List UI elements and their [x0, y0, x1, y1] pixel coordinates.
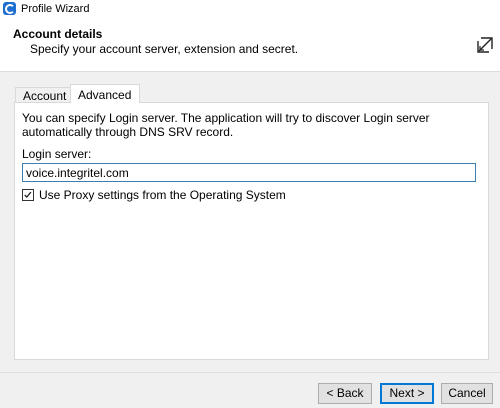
wizard-header: Account details Specify your account ser…	[0, 20, 500, 72]
page-title: Account details	[13, 27, 103, 41]
window-title: Profile Wizard	[21, 3, 90, 15]
tab-advanced[interactable]: Advanced	[70, 84, 140, 103]
login-server-input[interactable]	[22, 163, 476, 182]
tab-account[interactable]: Account	[15, 87, 71, 103]
wizard-footer: < Back Next > Cancel	[0, 372, 500, 408]
back-button[interactable]: < Back	[318, 383, 372, 404]
next-button[interactable]: Next >	[380, 383, 434, 404]
proxy-setting-row[interactable]: Use Proxy settings from the Operating Sy…	[22, 188, 286, 202]
login-server-description: You can specify Login server. The applic…	[22, 111, 430, 139]
cancel-button[interactable]: Cancel	[441, 383, 493, 404]
proxy-checkbox[interactable]	[22, 189, 34, 201]
title-bar: Profile Wizard	[0, 0, 500, 20]
tab-strip: Account Advanced	[10, 84, 490, 103]
proxy-label: Use Proxy settings from the Operating Sy…	[39, 188, 286, 202]
page-subtitle: Specify your account server, extension a…	[30, 42, 299, 56]
advanced-panel: You can specify Login server. The applic…	[14, 102, 489, 360]
app-logo-icon	[3, 2, 16, 15]
login-server-label: Login server:	[22, 147, 92, 161]
checkmark-icon	[24, 191, 32, 199]
resize-expand-icon	[477, 37, 493, 53]
